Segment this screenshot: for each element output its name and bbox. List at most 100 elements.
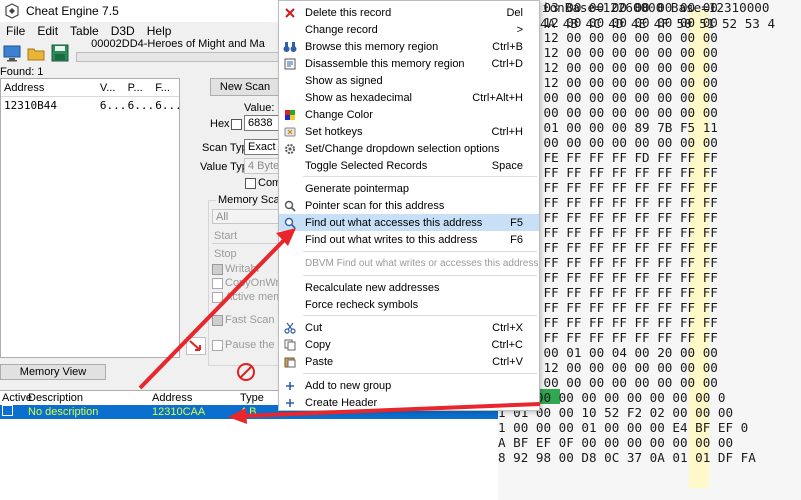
menu-item-find-accesses[interactable]: Find out what accesses this address F5	[279, 214, 539, 231]
col-active[interactable]: Active	[0, 392, 32, 404]
hex-row[interactable]: 00 00 12 00 00 00 00 00 00 00	[498, 75, 801, 90]
menu-item-dropdown-options[interactable]: Set/Change dropdown selection options	[279, 140, 539, 157]
hex-row[interactable]: 00 00 00 00 00 00 00 00 00 00	[498, 135, 801, 150]
select-process-icon[interactable]	[2, 43, 22, 63]
hex-row[interactable]: FF FF FF FF FF FF FF FF FF FF	[498, 255, 801, 270]
menu-item-recheck-symbols[interactable]: Force recheck symbols	[279, 296, 539, 313]
menu-item-find-writes[interactable]: Find out what writes to this address F6	[279, 231, 539, 248]
context-menu[interactable]: Delete this record Del Change record > B…	[278, 0, 540, 411]
menu-item-toggle-records[interactable]: Toggle Selected Records Space	[279, 157, 539, 174]
save-disk-icon[interactable]	[50, 43, 70, 63]
compare-checkbox[interactable]	[245, 178, 256, 189]
hex-row[interactable]: 8 92 98 00 D8 0C 37 0A 01 01 DF FA	[498, 450, 801, 465]
scan-results-list[interactable]: Address V... P... F... 12310B44 6... 6..…	[0, 78, 180, 358]
hex-checkbox[interactable]	[231, 119, 242, 130]
menu-item-create-header[interactable]: Create Header	[279, 394, 539, 411]
hex-row[interactable]: FF FF FF FF FF FF FF FF FF FF	[498, 225, 801, 240]
new-scan-button[interactable]: New Scan	[210, 78, 280, 96]
menu-file[interactable]: File	[0, 24, 31, 38]
menu-d3d[interactable]: D3D	[105, 24, 141, 38]
hex-row[interactable]: 00 00 00 00 00 00 00 00 00 00	[498, 90, 801, 105]
pause-game-checkbox[interactable]	[212, 340, 223, 351]
hex-row[interactable]: 00 00 12 00 00 00 00 00 00 00	[498, 360, 801, 375]
menu-item-change-record[interactable]: Change record >	[279, 21, 539, 38]
gear-icon	[283, 142, 297, 156]
start-label: Start	[214, 230, 238, 242]
menu-item-copy[interactable]: Copy Ctrl+C	[279, 336, 539, 353]
hex-row[interactable]: 00 00 00 00 00 00 00 00 00 00	[498, 105, 801, 120]
menu-item-pointer-scan[interactable]: Pointer scan for this address	[279, 197, 539, 214]
col-address[interactable]: Address	[1, 82, 100, 94]
open-folder-icon[interactable]	[26, 43, 46, 63]
writable-checkbox[interactable]	[212, 264, 223, 275]
active-memory-checkbox[interactable]	[212, 292, 223, 303]
paste-icon	[283, 355, 297, 369]
hex-row[interactable]: 00 00 00 01 00 04 00 20 00 00	[498, 345, 801, 360]
hex-text-layer: ionBase=12260000 Base=12310000 4A 4B 4C …	[498, 0, 801, 500]
stop-no-icon[interactable]	[236, 362, 256, 382]
menu-item-show-hex[interactable]: Show as hexadecimal Ctrl+Alt+H	[279, 89, 539, 106]
col-first[interactable]: F...	[155, 82, 179, 94]
palette-icon	[283, 108, 297, 122]
hex-label: Hex	[210, 118, 230, 130]
menu-separator	[303, 251, 537, 252]
hex-row[interactable]: A BF EF 0F 00 00 00 00 00 00 00	[498, 435, 801, 450]
menu-edit[interactable]: Edit	[31, 24, 64, 38]
value-input[interactable]: 6838	[244, 115, 280, 131]
scan-type-dropdown[interactable]: Exact Va	[244, 139, 280, 155]
hex-row[interactable]: FF FF FF FF FF FF FF FF FF FF	[498, 180, 801, 195]
active-checkbox[interactable]	[2, 405, 13, 416]
process-name: 00002DD4-Heroes of Might and Ma	[91, 38, 265, 50]
start-field-divider	[212, 243, 280, 244]
menu-item-disassemble[interactable]: Disassemble this memory region Ctrl+D	[279, 55, 539, 72]
hex-row[interactable]: 00 00 FE FF FF FF FD FF FF FF	[498, 150, 801, 165]
hex-row[interactable]: FF FF FF FF FF FF FF FF FF FF	[498, 240, 801, 255]
menu-item-set-hotkeys[interactable]: Set hotkeys Ctrl+H	[279, 123, 539, 140]
menu-separator	[303, 373, 537, 374]
menu-item-delete-record[interactable]: Delete this record Del	[279, 4, 539, 21]
binoculars-icon	[283, 40, 297, 54]
menu-table[interactable]: Table	[64, 24, 105, 38]
menu-item-cut[interactable]: Cut Ctrl+X	[279, 319, 539, 336]
hex-row[interactable]: FF FF FF FF FF FF FF FF FF FF	[498, 300, 801, 315]
hex-row[interactable]: FF FF FF FF FF FF FF FF FF FF	[498, 315, 801, 330]
hex-row[interactable]: FF FF FF FF FF FF FF FF FF FF	[498, 270, 801, 285]
menu-help[interactable]: Help	[141, 24, 178, 38]
hex-row[interactable]: 00 00 12 00 00 00 00 00 00 00	[498, 45, 801, 60]
hex-row[interactable]: 1 00 00 00 01 00 00 00 E4 BF EF 0	[498, 420, 801, 435]
value-label: Value:	[244, 102, 275, 114]
hex-row[interactable]: FF FF FF FF FF FF FF FF FF FF	[498, 285, 801, 300]
menu-item-generate-pointermap[interactable]: Generate pointermap	[279, 180, 539, 197]
menu-item-recalculate[interactable]: Recalculate new addresses	[279, 279, 539, 296]
menu-item-show-signed[interactable]: Show as signed	[279, 72, 539, 89]
col-address[interactable]: Address	[152, 392, 240, 404]
menu-item-paste[interactable]: Paste Ctrl+V	[279, 353, 539, 370]
col-value[interactable]: V...	[100, 82, 128, 94]
hex-row[interactable]: FF FF FF FF FF FF FF FF FF FF	[498, 210, 801, 225]
col-description[interactable]: Description	[28, 392, 152, 404]
hex-row[interactable]: 00 00 12 00 00 00 00 00 00 00	[498, 60, 801, 75]
hex-row[interactable]: 00 00 12 00 00 00 00 00 00 00	[498, 30, 801, 45]
copyonwrite-checkbox[interactable]	[212, 278, 223, 289]
menu-item-add-group[interactable]: Add to new group	[279, 377, 539, 394]
hex-row[interactable]: 00 00 01 00 00 00 89 7B F5 11	[498, 120, 801, 135]
hex-row[interactable]: FF FF FF FF FF FF FF FF FF FF	[498, 330, 801, 345]
scissors-icon	[283, 321, 297, 335]
hex-row[interactable]: 1 01 00 00 10 52 F2 02 00 00 00	[498, 405, 801, 420]
hex-row[interactable]: 0 00 00 00 00 00 00 00 00 00 0	[498, 390, 801, 405]
fast-scan-checkbox[interactable]	[212, 315, 223, 326]
hex-row[interactable]: FF FF FF FF FF FF FF FF FF FF	[498, 195, 801, 210]
hex-row[interactable]: FF FF FF FF FF FF FF FF FF FF	[498, 165, 801, 180]
hex-row[interactable]: 00 00 00 00 00 00 00 00 00 00	[498, 375, 801, 390]
add-address-manually-button[interactable]	[186, 337, 206, 355]
memory-view-button[interactable]: Memory View	[0, 364, 106, 380]
menu-item-change-color[interactable]: Change Color	[279, 106, 539, 123]
value-type-dropdown[interactable]: 4 Bytes	[244, 158, 280, 174]
memory-region-dropdown[interactable]: All	[212, 209, 280, 224]
table-row[interactable]: 12310B44 6... 6... 6...	[1, 97, 179, 113]
window-title: Cheat Engine 7.5	[26, 4, 119, 18]
submenu-chevron-icon: >	[516, 23, 523, 36]
col-previous[interactable]: P...	[128, 82, 156, 94]
menu-item-browse-memory[interactable]: Browse this memory region Ctrl+B	[279, 38, 539, 55]
plus-icon	[283, 379, 297, 393]
